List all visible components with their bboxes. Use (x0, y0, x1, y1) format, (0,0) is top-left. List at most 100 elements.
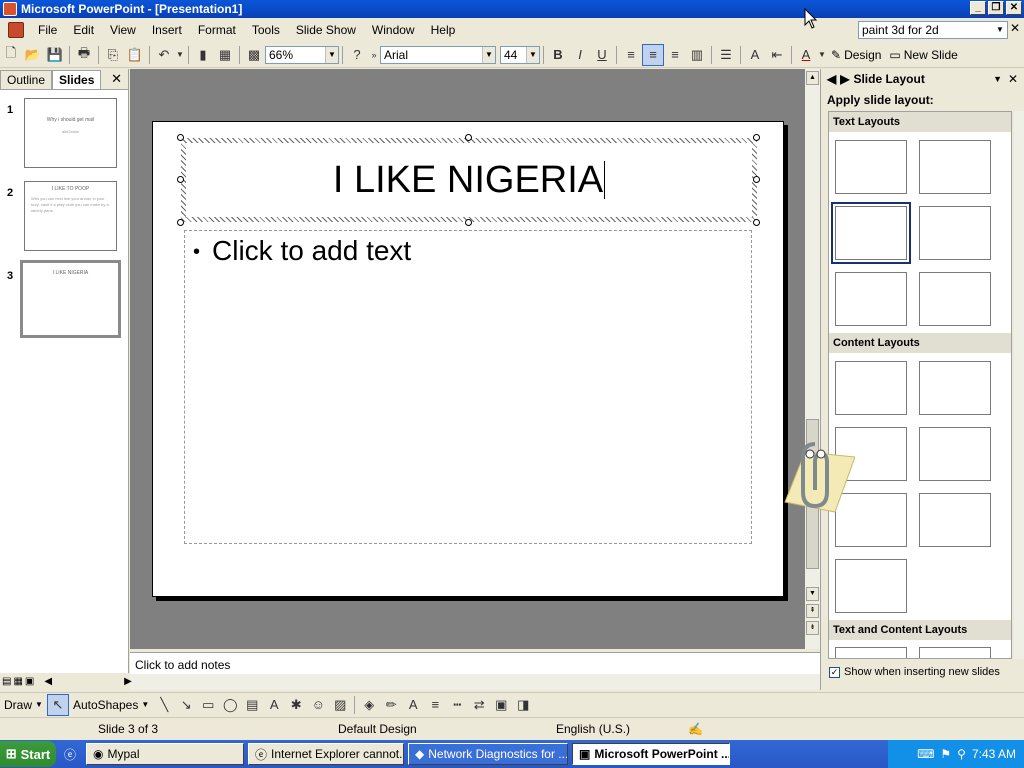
slide-thumbnail-1[interactable]: Why i should get mail aint2clam (24, 98, 117, 168)
scroll-left-icon[interactable]: ◀ (44, 676, 52, 690)
shadow-icon[interactable]: ▣ (490, 694, 512, 716)
rectangle-icon[interactable]: ▭ (197, 694, 219, 716)
next-slide-icon[interactable]: ⇟ (806, 621, 819, 635)
tab-slides[interactable]: Slides (52, 70, 102, 89)
resize-handle[interactable] (177, 176, 184, 183)
columns-icon[interactable]: ▥ (686, 44, 708, 66)
menu-slide-show[interactable]: Slide Show (288, 18, 364, 42)
layout-title-and-four-content[interactable] (835, 559, 907, 613)
taskpane-scrollbar[interactable] (1014, 111, 1024, 659)
layout-two-column-text[interactable] (919, 206, 991, 260)
menu-window[interactable]: Window (364, 18, 423, 42)
show-when-inserting-checkbox[interactable]: ✓ Show when inserting new slides (829, 666, 1000, 678)
taskbar-item-mypal[interactable]: ◉ Mypal (86, 743, 245, 765)
line-icon[interactable]: ╲ (153, 694, 175, 716)
layout-blank[interactable] (835, 361, 907, 415)
close-button[interactable]: ✕ (1006, 1, 1022, 15)
oval-icon[interactable]: ◯ (219, 694, 241, 716)
print-icon[interactable]: 🖶 (73, 44, 95, 66)
title-placeholder[interactable]: I LIKE NIGERIA (181, 138, 757, 222)
forward-icon[interactable]: ▶ (840, 72, 849, 86)
layout-title-only[interactable] (919, 140, 991, 194)
slide-title[interactable]: I LIKE NIGERIA (333, 159, 603, 202)
layout-title-slide[interactable] (835, 140, 907, 194)
line-style-icon[interactable]: ≡ (424, 694, 446, 716)
layout-title-and-two-content[interactable] (919, 427, 991, 481)
menu-view[interactable]: View (102, 18, 144, 42)
resize-handle[interactable] (753, 176, 760, 183)
menu-file[interactable]: File (30, 18, 65, 42)
draw-menu-button[interactable]: Draw ▼ (0, 698, 47, 712)
layout-title-and-vertical-text[interactable] (835, 272, 907, 326)
copy-icon[interactable]: ⎘ (102, 44, 124, 66)
undo-dropdown-icon[interactable]: ▼ (175, 44, 185, 66)
save-icon[interactable]: 💾 (44, 44, 66, 66)
arrow-icon[interactable]: ↘ (175, 694, 197, 716)
body-placeholder[interactable]: • Click to add text (184, 230, 752, 544)
picture-icon[interactable]: ▨ (329, 694, 351, 716)
tab-outline[interactable]: Outline (0, 70, 53, 89)
scroll-right-icon[interactable]: ▶ (124, 676, 132, 690)
font-size-select[interactable]: 44 ▼ (500, 45, 540, 64)
decrease-indent-icon[interactable]: ⇤ (766, 44, 788, 66)
scroll-down-icon[interactable]: ▼ (806, 587, 819, 601)
notes-horizontal-scrollbar[interactable] (130, 674, 820, 690)
resize-handle[interactable] (177, 134, 184, 141)
layout-title-two-content-and-content[interactable] (919, 493, 991, 547)
diagram-icon[interactable]: ✱ (285, 694, 307, 716)
zoom-dropdown-icon[interactable]: ▼ (325, 46, 338, 63)
resize-handle[interactable] (753, 134, 760, 141)
help-search-input[interactable]: paint 3d for 2d ▼ (858, 21, 1008, 39)
minimize-button[interactable]: _ (970, 1, 986, 15)
align-center-icon[interactable]: ≡ (642, 43, 664, 66)
menu-format[interactable]: Format (190, 18, 244, 42)
clock[interactable]: 7:43 AM (972, 747, 1016, 761)
italic-icon[interactable]: I (569, 44, 591, 66)
resize-handle[interactable] (177, 219, 184, 226)
slide-thumbnail-3[interactable]: I LIKE NIGERIA (20, 260, 121, 338)
slide-canvas[interactable]: I LIKE NIGERIA • Click to add text (152, 121, 784, 597)
underline-icon[interactable]: U (591, 44, 613, 66)
font-color-icon[interactable]: A (402, 694, 424, 716)
font-select[interactable]: Arial ▼ (380, 45, 496, 64)
open-icon[interactable]: 📂 (22, 44, 44, 66)
paste-icon[interactable]: 📋 (124, 44, 146, 66)
layout-content[interactable] (919, 361, 991, 415)
zoom-select[interactable]: 66% ▼ (265, 45, 339, 64)
text-box-icon[interactable]: ▤ (241, 694, 263, 716)
increase-font-icon[interactable]: A (744, 44, 766, 66)
clip-art-icon[interactable]: ☺ (307, 694, 329, 716)
resize-handle[interactable] (465, 134, 472, 141)
search-icon[interactable]: ⚲ (957, 747, 966, 761)
slide-sorter-icon[interactable]: ▦ (13, 676, 22, 690)
new-slide-button[interactable]: ▭ New Slide (885, 48, 961, 62)
bullets-icon[interactable]: ☰ (715, 44, 737, 66)
start-button[interactable]: ⊞ Start (0, 741, 56, 767)
close-document-icon[interactable]: ✕ (1010, 21, 1020, 35)
slide-show-icon[interactable]: ▣ (25, 676, 34, 690)
network-icon[interactable]: ⚑ (940, 747, 951, 761)
font-size-dropdown-icon[interactable]: ▼ (526, 46, 539, 63)
taskbar-item-powerpoint[interactable]: ▣ Microsoft PowerPoint ... (572, 743, 731, 765)
undo-icon[interactable]: ↶ (153, 44, 175, 66)
font-color-icon[interactable]: A (795, 44, 817, 66)
font-color-dropdown-icon[interactable]: ▼ (817, 44, 827, 66)
document-icon[interactable] (8, 22, 24, 38)
slide-thumbnail-2[interactable]: I LIKE TO POOP Wim you can next line you… (24, 181, 117, 251)
checkbox-icon[interactable]: ✓ (829, 666, 840, 678)
scroll-up-icon[interactable]: ▲ (806, 71, 819, 85)
office-assistant[interactable] (775, 432, 856, 522)
toolbar-options-icon[interactable]: » (368, 44, 380, 66)
new-icon[interactable]: 🗋 (0, 44, 22, 66)
close-taskpane-icon[interactable]: ✕ (1008, 72, 1018, 86)
back-icon[interactable]: ◀ (827, 72, 836, 86)
ie-quicklaunch-icon[interactable]: ⓔ (64, 746, 76, 763)
insert-chart-icon[interactable]: ▮ (192, 44, 214, 66)
normal-view-icon[interactable]: ▤ (2, 676, 11, 690)
align-left-icon[interactable]: ≡ (620, 44, 642, 66)
resize-handle[interactable] (753, 219, 760, 226)
arrow-style-icon[interactable]: ⇄ (468, 694, 490, 716)
taskpane-dropdown-icon[interactable]: ▼ (993, 74, 1002, 84)
select-objects-icon[interactable]: ↖ (46, 693, 69, 716)
fill-color-icon[interactable]: ◈ (358, 694, 380, 716)
